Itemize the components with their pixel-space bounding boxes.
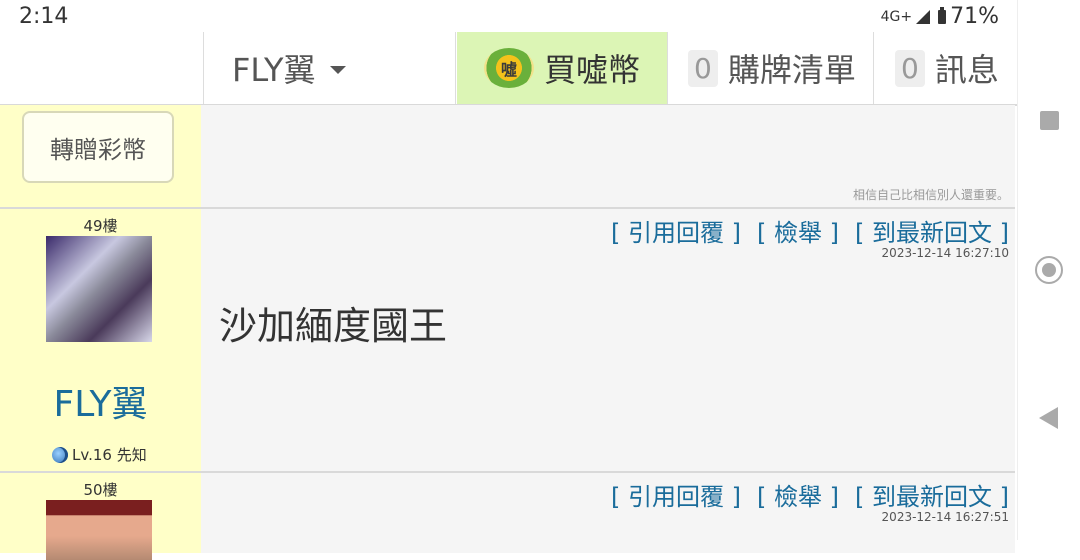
top-nav: FLY翼 噓 買噓幣 0 購牌清單 0 訊息 (0, 32, 1017, 106)
coin-icon: 噓 (483, 48, 534, 88)
nav-blank-cell (0, 32, 204, 104)
post-body: [ 引用回覆 ] [ 檢舉 ] [ 到最新回文 ] 2023-12-14 16:… (201, 473, 1015, 553)
post-49: 49樓 FLY翼 Lv.16 先知 [ 引用回覆 ] [ 檢舉 ] [ 到最新回… (0, 209, 1015, 473)
author-level: Lv.16 先知 (52, 444, 147, 465)
android-nav-bar (1017, 0, 1080, 540)
post-author-panel: 49樓 FLY翼 Lv.16 先知 (0, 209, 201, 471)
battery-percent: 71% (950, 4, 999, 29)
messages-count: 0 (895, 49, 925, 87)
coin-icon-text: 噓 (500, 60, 517, 79)
battery-icon (938, 6, 947, 24)
post-actions: [ 引用回覆 ] [ 檢舉 ] [ 到最新回文 ] (611, 213, 1009, 248)
quote-reply-link[interactable]: [ 引用回覆 ] (611, 213, 741, 248)
post-timestamp: 2023-12-14 16:27:10 (881, 246, 1009, 260)
buy-coins-label: 買噓幣 (543, 51, 640, 89)
messages-label: 訊息 (934, 51, 999, 89)
buy-coins-button[interactable]: 噓 買噓幣 (457, 32, 668, 104)
post-author-panel: 50樓 (0, 473, 201, 560)
network-type: 4G+ (880, 8, 913, 25)
planet-icon (52, 446, 68, 463)
user-menu[interactable]: FLY翼 (204, 32, 456, 104)
gift-coins-button[interactable]: 轉贈彩幣 (22, 111, 174, 183)
post-timestamp: 2023-12-14 16:27:51 (881, 510, 1009, 524)
report-link[interactable]: [ 檢舉 ] (757, 477, 839, 512)
sidebar-cell: 轉贈彩幣 (0, 105, 201, 207)
purchase-list-count: 0 (688, 49, 718, 87)
latest-reply-link[interactable]: [ 到最新回文 ] (855, 213, 1009, 248)
clock: 2:14 (19, 4, 69, 29)
system-icons: 4G+ 71% (881, 4, 999, 29)
floor-number: 49樓 (83, 217, 118, 235)
author-name[interactable]: FLY翼 (0, 375, 201, 427)
caret-down-icon (329, 66, 346, 74)
post-actions: [ 引用回覆 ] [ 檢舉 ] [ 到最新回文 ] (611, 477, 1009, 512)
report-link[interactable]: [ 檢舉 ] (757, 213, 839, 248)
post-50: 50樓 [ 引用回覆 ] [ 檢舉 ] [ 到最新回文 ] 2023-12-14… (0, 473, 1015, 560)
signal-icon (916, 9, 931, 24)
avatar[interactable] (46, 236, 152, 342)
purchase-list-label: 購牌清單 (727, 51, 856, 89)
user-menu-name: FLY翼 (232, 51, 316, 89)
quote-reply-link[interactable]: [ 引用回覆 ] (611, 477, 741, 512)
avatar[interactable] (46, 500, 152, 560)
back-icon[interactable] (1039, 407, 1058, 429)
main-cell: 相信自己比相信別人還重要。 (201, 105, 1015, 207)
post-content: 沙加緬度國王 (219, 304, 448, 348)
latest-reply-link[interactable]: [ 到最新回文 ] (855, 477, 1009, 512)
purchase-list-link[interactable]: 0 購牌清單 (668, 32, 874, 104)
floor-number: 50樓 (83, 481, 118, 499)
gift-row: 轉贈彩幣 相信自己比相信別人還重要。 (0, 105, 1015, 209)
user-signature: 相信自己比相信別人還重要。 (852, 188, 1009, 202)
post-body: [ 引用回覆 ] [ 檢舉 ] [ 到最新回文 ] 2023-12-14 16:… (201, 209, 1015, 471)
recent-apps-icon[interactable] (1040, 111, 1059, 130)
messages-link[interactable]: 0 訊息 (875, 32, 1017, 104)
status-bar: 2:14 4G+ 71% (0, 0, 1017, 32)
author-level-text: Lv.16 先知 (72, 446, 147, 464)
home-icon[interactable] (1035, 256, 1063, 284)
